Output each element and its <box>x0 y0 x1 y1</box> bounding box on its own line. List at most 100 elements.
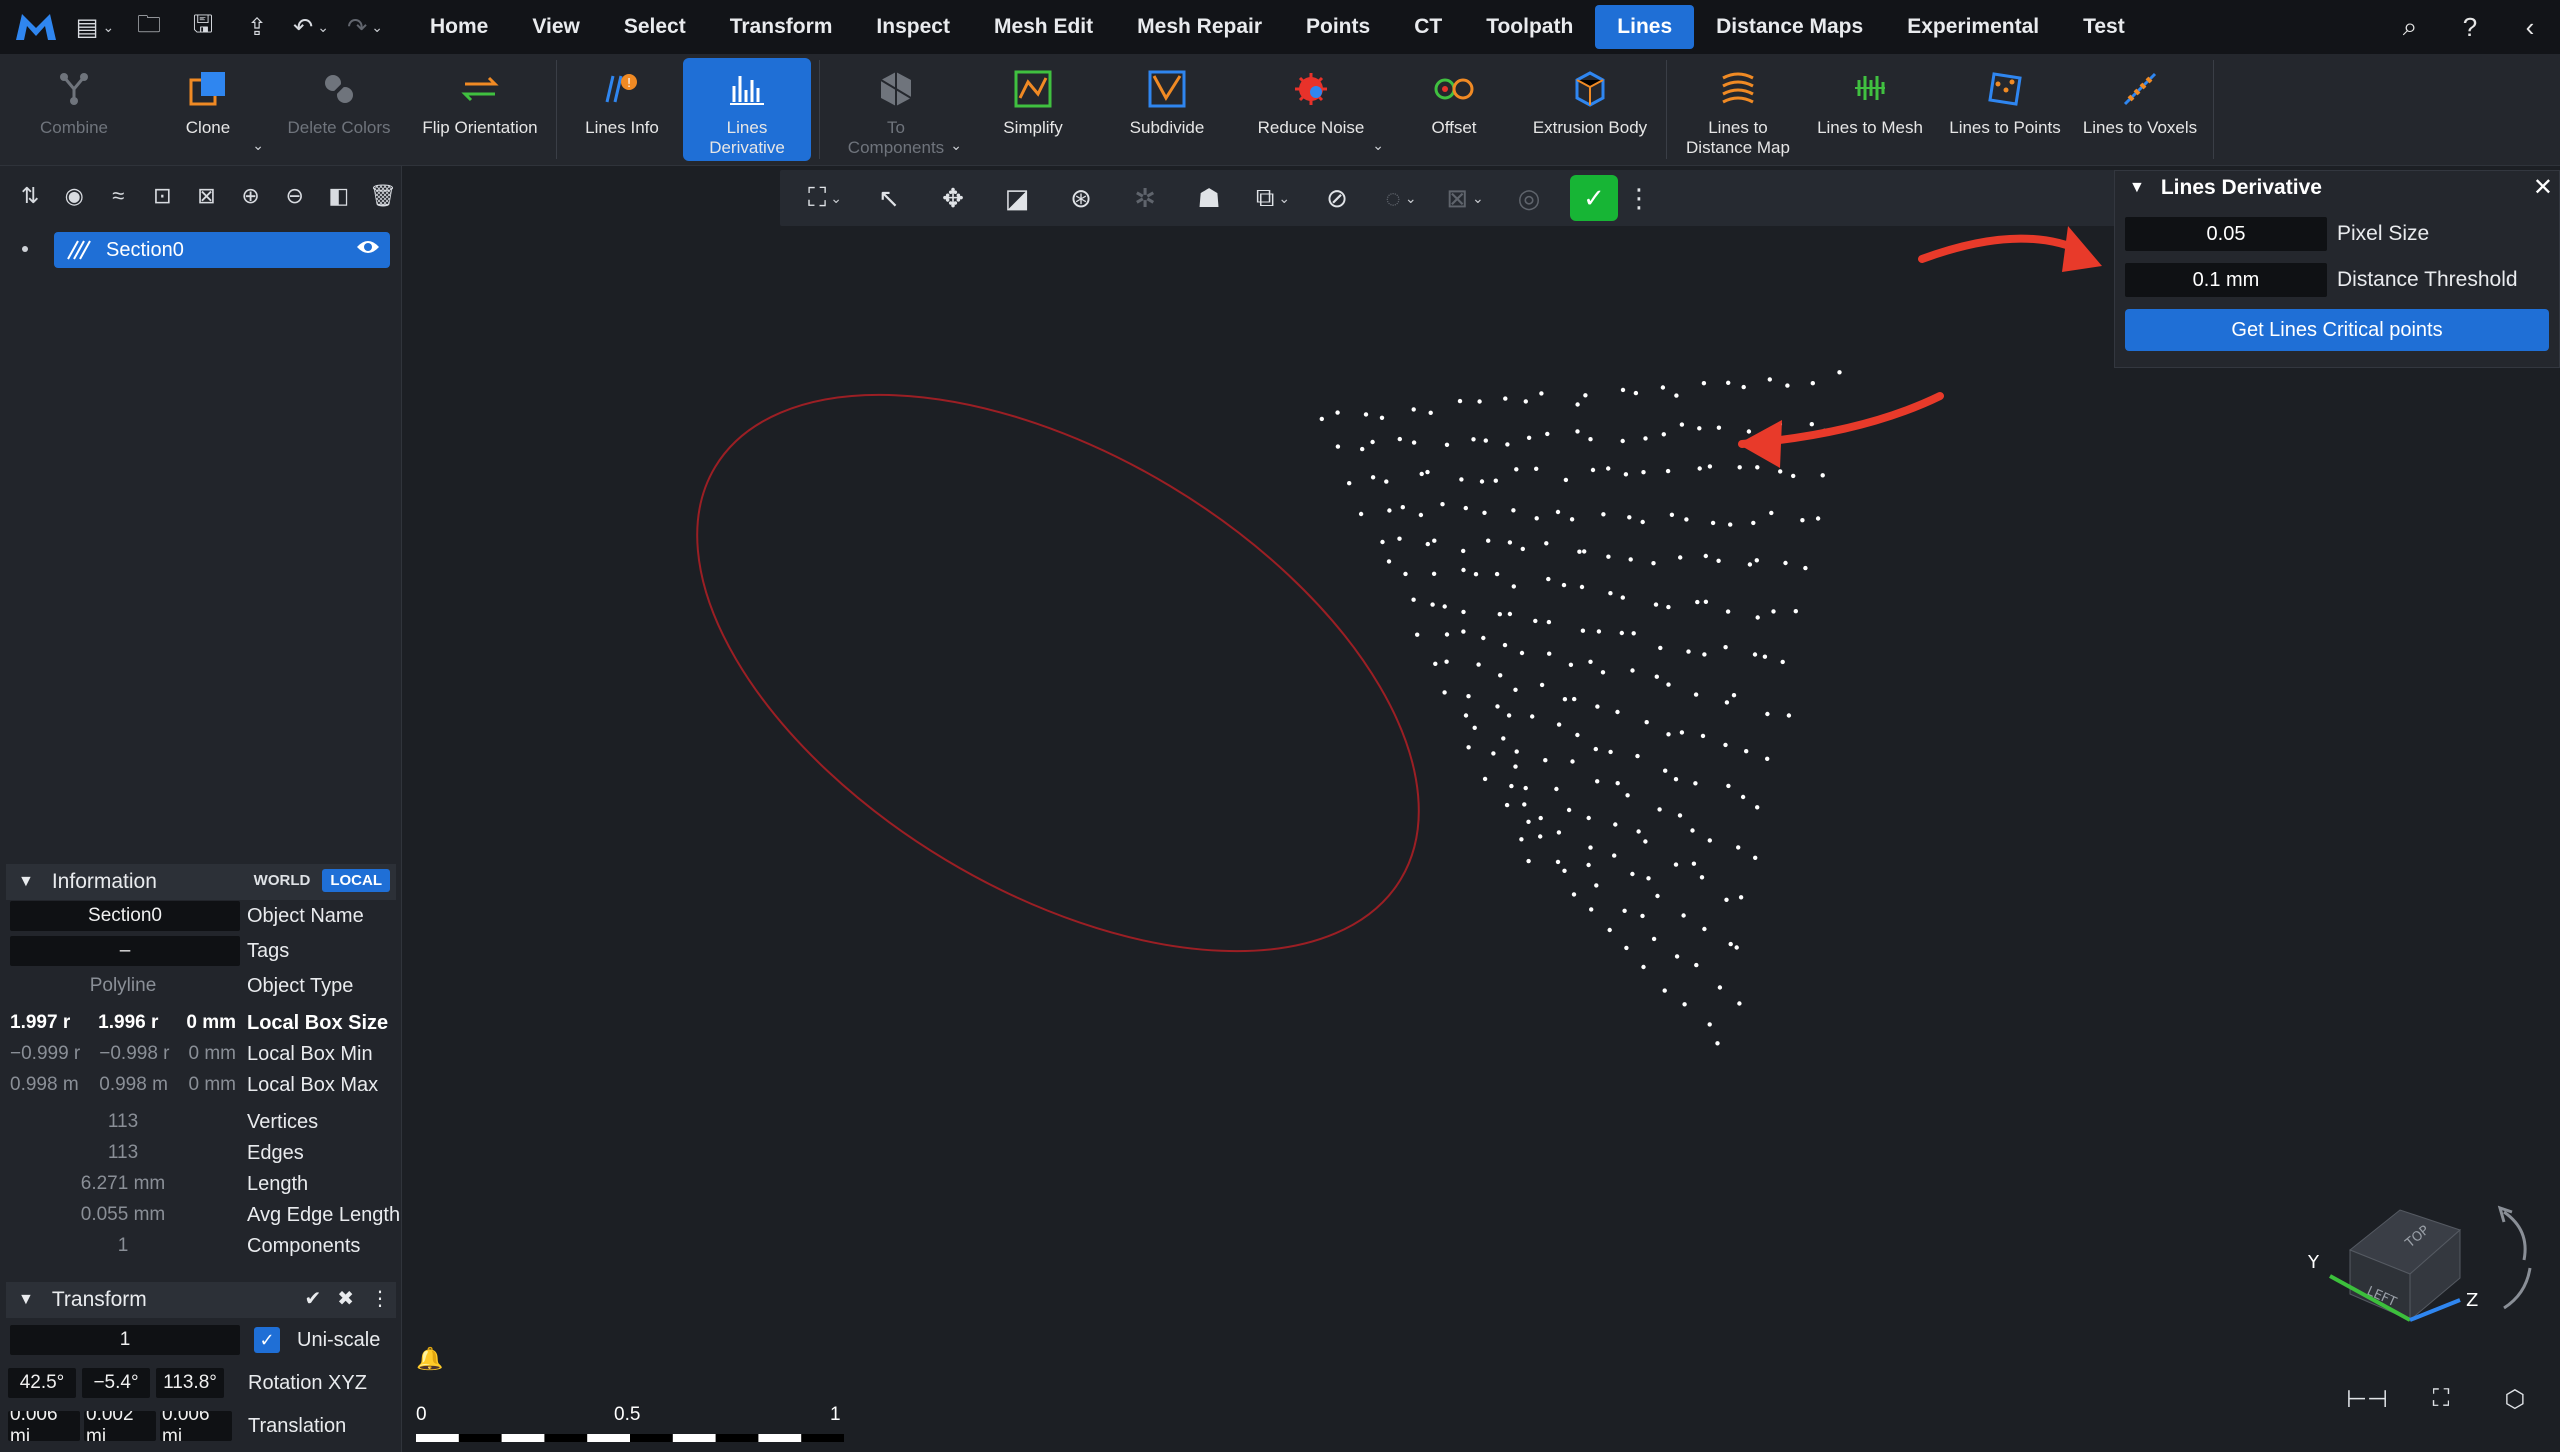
figure-object-icon[interactable]: ☗ <box>1180 175 1238 221</box>
clone-dropdown-icon[interactable]: ⌄ <box>252 135 264 155</box>
information-section-header[interactable]: ▼ Information WORLD LOCAL <box>6 864 396 900</box>
menu-tab-test[interactable]: Test <box>2061 5 2147 49</box>
lasso-icon[interactable]: ◌ ⌄ <box>1372 175 1430 221</box>
tree-item-section0[interactable]: Section0 <box>54 232 390 268</box>
reduce-noise-button[interactable]: Reduce Noise ⌄ <box>1234 54 1388 165</box>
menu-tab-lines[interactable]: Lines <box>1595 5 1695 49</box>
menu-tab-select[interactable]: Select <box>602 5 708 49</box>
pixel-size-input[interactable]: 0.05 <box>2125 217 2327 251</box>
simplify-button[interactable]: Simplify <box>966 54 1100 165</box>
menu-tab-toolpath[interactable]: Toolpath <box>1464 5 1595 49</box>
trash-icon[interactable]: 🗑 <box>365 177 401 215</box>
search-icon[interactable]: ⌕ <box>2380 0 2440 54</box>
menu-tab-mesh-edit[interactable]: Mesh Edit <box>972 5 1115 49</box>
view-cube[interactable]: TOP LEFT Y Z <box>2290 1190 2540 1350</box>
mesh-network-icon[interactable]: ✲ <box>1116 175 1174 221</box>
transform-section-header[interactable]: ▼ Transform ✔ ✖ ⋮ <box>6 1282 396 1318</box>
show-all-icon[interactable]: ◉ <box>56 177 92 215</box>
translation-y-field[interactable]: 0.002 mi <box>84 1411 156 1441</box>
more-options-icon[interactable]: ⋮ <box>370 1286 390 1311</box>
translation-z-field[interactable]: 0.006 mi <box>160 1411 232 1441</box>
object-name-field[interactable]: Section0 <box>10 901 240 931</box>
simplify-icon <box>1008 64 1058 114</box>
fit-view-icon[interactable]: ⛶ ⌄ <box>796 175 854 221</box>
menu-tab-transform[interactable]: Transform <box>708 5 855 49</box>
uniscale-checkbox[interactable]: ✓ <box>254 1327 280 1353</box>
world-toggle[interactable]: WORLD <box>246 869 319 892</box>
world-local-toggle: WORLD LOCAL <box>246 869 390 892</box>
undo-icon[interactable]: ↶ ⌄ <box>288 7 334 47</box>
export-icon[interactable]: ⇪ <box>234 7 280 47</box>
redo-icon[interactable]: ↷ ⌄ <box>342 7 388 47</box>
to-components-dropdown-icon[interactable]: ⌄ <box>950 135 962 155</box>
more-vertical-icon[interactable]: ⋮ <box>1624 175 1654 221</box>
tree-bullet <box>22 246 28 252</box>
delete-colors-button[interactable]: Delete Colors <box>268 54 410 165</box>
notification-bell-icon[interactable]: 🔔 <box>416 1346 443 1372</box>
lines-to-points-button[interactable]: Lines to Points <box>1937 54 2073 165</box>
extrusion-body-button[interactable]: Extrusion Body <box>1520 54 1660 165</box>
measure-ruler-icon[interactable]: ⊢⊣ <box>2346 1382 2388 1416</box>
clone-button[interactable]: Clone ⌄ <box>148 54 268 165</box>
visibility-eye-icon[interactable] <box>356 238 380 262</box>
hide-all-icon[interactable]: ≈ <box>100 177 136 215</box>
distance-threshold-input[interactable]: 0.1 mm <box>2125 263 2327 297</box>
to-components-button[interactable]: To Components ⌄ <box>826 54 966 165</box>
translation-x-field[interactable]: 0.006 mi <box>8 1411 80 1441</box>
reset-close-icon[interactable]: ✖ <box>337 1286 354 1311</box>
slice-plane-icon[interactable]: ⊘ <box>1308 175 1366 221</box>
get-lines-critical-points-button[interactable]: Get Lines Critical points <box>2125 309 2549 351</box>
lines-to-mesh-button[interactable]: Lines to Mesh <box>1803 54 1937 165</box>
local-toggle[interactable]: LOCAL <box>322 869 390 892</box>
box-select-icon[interactable]: ⊠ ⌄ <box>1436 175 1494 221</box>
sort-icon[interactable]: ⇅ <box>12 177 48 215</box>
menu-tab-view[interactable]: View <box>510 5 601 49</box>
lines-derivative-panel-header[interactable]: ▼ Lines Derivative <box>2115 171 2559 205</box>
lines-info-button[interactable]: ! Lines Info <box>563 54 681 165</box>
lines-to-voxels-button[interactable]: Lines to Voxels <box>2073 54 2207 165</box>
split-view-icon[interactable]: ◧ <box>321 177 357 215</box>
lines-to-distance-map-button[interactable]: Lines to Distance Map <box>1673 54 1803 165</box>
orthographic-cube-icon[interactable]: ⬡ <box>2498 1382 2532 1416</box>
offset-button[interactable]: Offset <box>1388 54 1520 165</box>
confirm-check-icon[interactable]: ✓ <box>1570 175 1618 221</box>
rotation-z-field[interactable]: 113.8° <box>156 1368 224 1398</box>
apply-check-icon[interactable]: ✔ <box>304 1286 321 1311</box>
rotation-x-field[interactable]: 42.5° <box>8 1368 76 1398</box>
move-icon[interactable]: ✥ <box>924 175 982 221</box>
select-all-icon[interactable]: ⊡ <box>144 177 180 215</box>
target-icon[interactable]: ◎ <box>1500 175 1558 221</box>
save-icon[interactable]: 🖫 <box>180 7 226 47</box>
tags-field[interactable]: – <box>10 936 240 966</box>
menu-tab-mesh-repair[interactable]: Mesh Repair <box>1115 5 1284 49</box>
open-folder-icon[interactable]: 🗀 <box>126 7 172 47</box>
app-logo-icon[interactable] <box>0 0 72 54</box>
lines-derivative-button[interactable]: Lines Derivative <box>683 58 811 161</box>
deselect-all-icon[interactable]: ⊠ <box>188 177 224 215</box>
steering-icon[interactable]: ⊛ <box>1052 175 1110 221</box>
uniscale-label: Uni-scale <box>297 1328 381 1351</box>
help-icon[interactable]: ? <box>2440 0 2500 54</box>
move-up-icon[interactable]: ⊕ <box>233 177 269 215</box>
new-scene-icon[interactable]: ▤ ⌄ <box>72 7 118 47</box>
collapse-chevron-icon[interactable]: ‹ <box>2500 0 2560 54</box>
duplicate-icon[interactable]: ⧉ ⌄ <box>1244 175 1302 221</box>
fit-frame-icon[interactable]: ⛶ <box>2424 1382 2458 1416</box>
combine-button[interactable]: Combine <box>0 54 148 165</box>
local-box-size-label: Local Box Size <box>247 1011 389 1034</box>
scale-field[interactable]: 1 <box>10 1325 240 1355</box>
menu-tab-ct[interactable]: CT <box>1392 5 1464 49</box>
rotation-y-field[interactable]: −5.4° <box>82 1368 150 1398</box>
select-pointer-icon[interactable]: ↖ <box>860 175 918 221</box>
menu-tab-inspect[interactable]: Inspect <box>854 5 972 49</box>
flip-orientation-button[interactable]: Flip Orientation <box>410 54 550 165</box>
move-down-icon[interactable]: ⊖ <box>277 177 313 215</box>
menu-tab-points[interactable]: Points <box>1284 5 1392 49</box>
menu-tab-distance-maps[interactable]: Distance Maps <box>1694 5 1885 49</box>
menu-tab-experimental[interactable]: Experimental <box>1885 5 2061 49</box>
paint-selection-icon[interactable]: ◪ <box>988 175 1046 221</box>
reduce-noise-dropdown-icon[interactable]: ⌄ <box>1372 135 1384 155</box>
subdivide-button[interactable]: Subdivide <box>1100 54 1234 165</box>
close-icon[interactable]: ✕ <box>2533 173 2553 202</box>
menu-tab-home[interactable]: Home <box>408 5 510 49</box>
